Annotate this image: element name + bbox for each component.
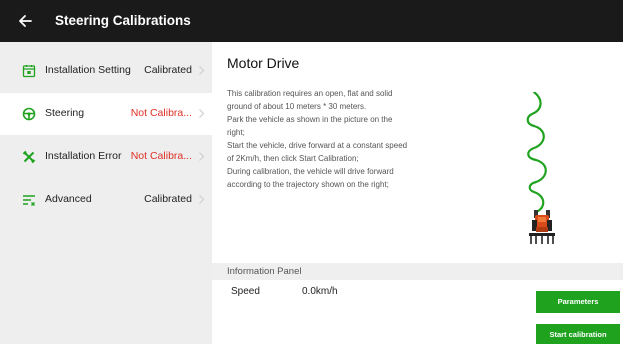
chevron-right-icon — [199, 195, 205, 204]
speed-value: 0.0km/h — [302, 286, 338, 297]
start-calibration-button[interactable]: Start calibration — [536, 324, 620, 344]
tools-icon — [22, 150, 36, 164]
instruction-line: right; — [227, 128, 245, 137]
status-text: Not Calibra... — [130, 107, 192, 119]
sidebar-item-label: Installation Error — [45, 150, 122, 162]
sidebar-item-steering[interactable]: Steering Not Calibra... — [0, 93, 212, 135]
instruction-line: ground of about 10 meters * 30 meters. — [227, 102, 367, 111]
status-text: Not Calibra... — [130, 150, 192, 162]
information-panel-title: Information Panel — [227, 266, 302, 277]
main-panel: Motor Drive This calibration requires an… — [212, 42, 623, 344]
sidebar-item-label: Advanced — [45, 193, 92, 205]
sidebar-item-label: Installation Setting — [45, 64, 131, 76]
tractor-icon — [529, 210, 555, 244]
chevron-right-icon — [199, 152, 205, 161]
sidebar: Installation Setting Calibrated Steering… — [0, 42, 212, 344]
back-arrow-icon[interactable] — [16, 11, 36, 31]
app-bar: Steering Calibrations — [0, 0, 623, 42]
sidebar-item-label: Steering — [45, 107, 85, 119]
trajectory-path — [526, 92, 547, 214]
instruction-line: This calibration requires an open, flat … — [227, 89, 393, 98]
instruction-line: according to the trajectory shown on the… — [227, 180, 389, 189]
page-title: Steering Calibrations — [55, 13, 191, 28]
sidebar-item-installation-setting[interactable]: Installation Setting Calibrated — [0, 50, 212, 92]
speed-label: Speed — [231, 286, 260, 297]
instruction-line: During calibration, the vehicle will dri… — [227, 167, 394, 176]
sidebar-item-advanced[interactable]: Advanced Calibrated — [0, 179, 212, 221]
status-text: Calibrated — [144, 193, 192, 205]
information-panel-header: Information Panel — [212, 263, 623, 280]
sidebar-item-installation-error[interactable]: Installation Error Not Calibra... — [0, 136, 212, 178]
chevron-right-icon — [199, 66, 205, 75]
calendar-icon — [22, 65, 36, 78]
parameters-button[interactable]: Parameters — [536, 291, 620, 313]
instruction-line: Start the vehicle, drive forward at a co… — [227, 141, 408, 150]
calibration-instructions: This calibration requires an open, flat … — [227, 87, 469, 191]
steering-wheel-icon — [22, 107, 36, 121]
list-settings-icon — [23, 195, 35, 206]
status-text: Calibrated — [144, 64, 192, 76]
instruction-line: Park the vehicle as shown in the picture… — [227, 115, 393, 124]
chevron-right-icon — [199, 109, 205, 118]
section-title: Motor Drive — [227, 55, 300, 71]
instruction-line: of 2Km/h, then click Start Calibration; — [227, 154, 359, 163]
trajectory-illustration — [526, 92, 555, 244]
